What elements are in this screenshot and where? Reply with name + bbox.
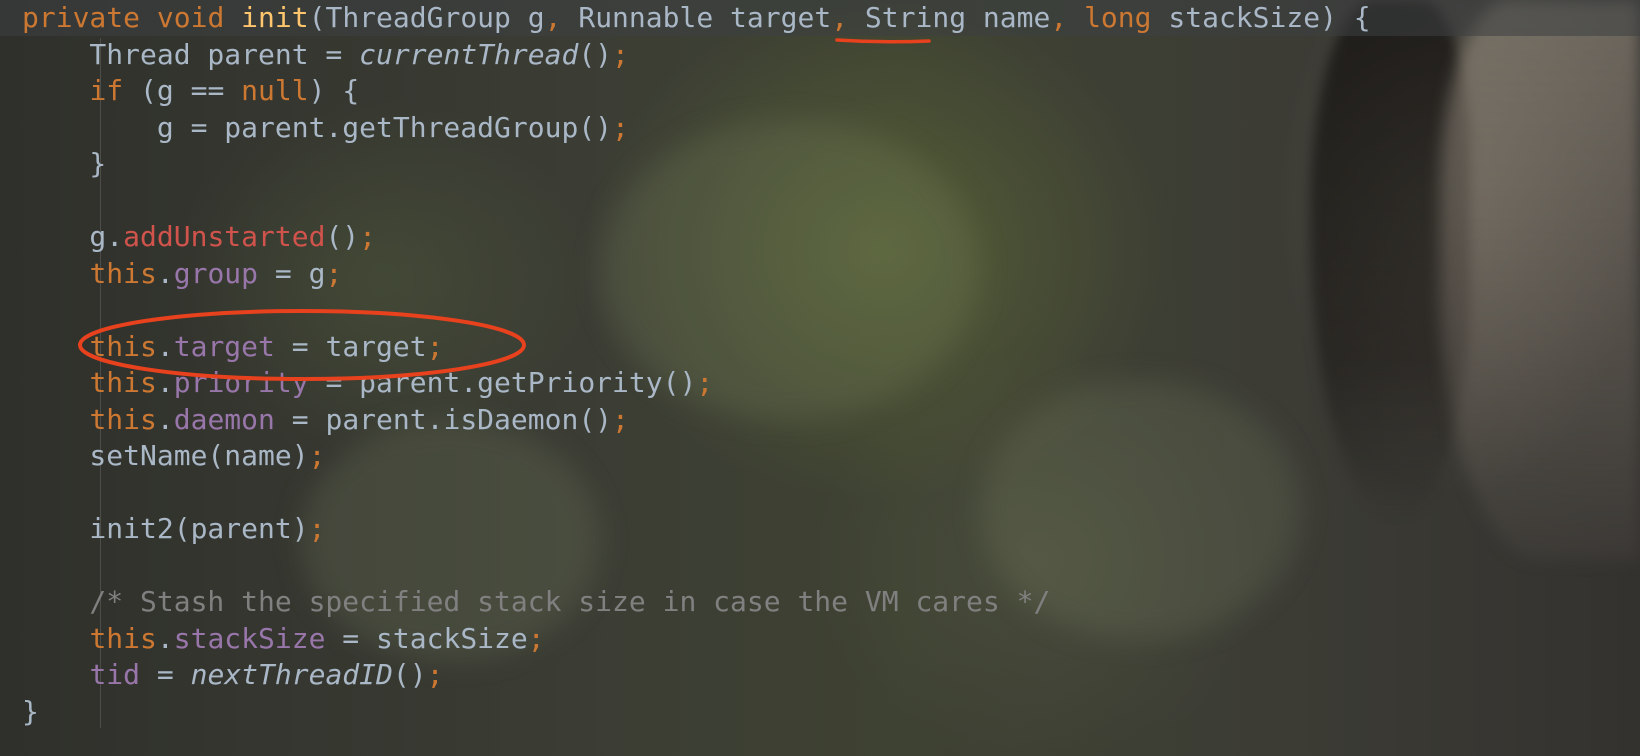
code-token: } [22,694,39,728]
code-token: nextThreadID [190,658,393,691]
code-token: } [22,147,107,180]
code-token: ; [359,220,377,253]
code-token: private [22,1,141,34]
code-line[interactable]: init2(parent); [22,511,1371,548]
code-token: g. [22,220,124,253]
code-token: = stackSize [325,621,528,655]
code-line[interactable]: this.daemon = parent.isDaemon(); [22,402,1371,439]
code-token: Runnable target [561,1,832,34]
code-token: () [578,37,613,71]
code-line[interactable]: /* Stash the specified stack size in cas… [22,584,1371,621]
code-token: , [1050,1,1068,34]
code-token: . [156,621,174,655]
annotation-underline [835,38,931,44]
code-token: null [241,74,309,107]
code-token: ; [612,402,629,436]
code-token: () [325,220,360,253]
code-line[interactable]: g = parent.getThreadGroup(); [22,110,1371,147]
code-token: ; [308,439,326,472]
code-token: ) { [308,74,360,107]
code-token: setName(name) [22,439,309,472]
code-line[interactable]: setName(name); [22,438,1371,475]
code-token: ; [308,512,326,545]
annotation-underline-stroke [835,38,931,44]
annotation-circle-stroke [78,309,526,381]
code-line[interactable] [22,183,1371,220]
background-face [1440,0,1640,560]
code-token: addUnstarted [123,220,326,253]
code-token: = parent.isDaemon() [274,402,613,436]
code-token: = g [258,256,326,290]
code-line[interactable]: Thread parent = currentThread(); [22,37,1371,74]
code-line[interactable]: this.stackSize = stackSize; [22,621,1371,658]
code-line[interactable]: } [22,146,1371,183]
code-line[interactable] [22,475,1371,512]
code-token: . [156,402,174,436]
code-line[interactable]: tid = nextThreadID(); [22,657,1371,694]
code-token: stackSize [173,621,326,655]
code-token: void [156,1,225,34]
code-token: , [831,1,849,34]
code-token: ; [325,256,343,290]
code-token: stackSize) { [1151,1,1371,34]
code-token: if [89,74,124,107]
code-line[interactable]: } [22,694,1371,731]
code-token: group [173,256,259,290]
code-token: /* Stash the specified stack size in cas… [22,585,1051,618]
code-token: () [392,658,427,691]
code-token: ; [426,658,444,691]
code-editor[interactable]: private void init(ThreadGroup g, Runnabl… [0,0,1640,756]
code-token: daemon [173,402,275,436]
code-token: long [1084,1,1152,34]
code-token: (g == [123,74,242,107]
code-token: this [89,621,157,655]
code-line[interactable]: g.addUnstarted(); [22,219,1371,256]
code-token: init [241,1,309,34]
code-token: init2(parent) [22,512,309,545]
code-token: String name [848,1,1051,34]
code-token: ; [696,366,714,399]
annotation-circle [78,309,526,381]
code-token: g = parent.getThreadGroup() [22,110,613,144]
code-token: ; [612,110,629,144]
code-token: this [89,402,157,436]
code-token: . [156,256,174,290]
code-line[interactable]: private void init(ThreadGroup g, Runnabl… [22,0,1371,37]
code-token: this [89,256,157,290]
code-token: ; [527,621,545,655]
code-line[interactable]: if (g == null) { [22,73,1371,110]
code-token: tid [89,658,141,691]
code-token: , [544,1,562,34]
code-line[interactable]: this.group = g; [22,256,1371,293]
code-token: = [140,658,191,691]
code-line[interactable] [22,548,1371,585]
code-token: ; [612,37,629,71]
code-token: (ThreadGroup g [308,1,545,34]
code-token: Thread parent = [22,37,360,71]
code-token: currentThread [359,37,579,71]
